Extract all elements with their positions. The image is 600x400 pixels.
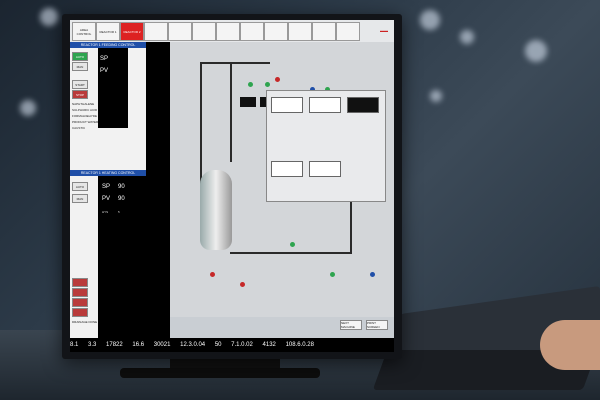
stop-button[interactable]: STOP: [72, 90, 88, 99]
left-control-panel: REACTOR 1 FEEDING CONTROL AUTO MAN START…: [70, 42, 146, 342]
status-value: 12.3.0.04: [180, 342, 206, 348]
tab[interactable]: [264, 22, 288, 41]
option-item[interactable]: NAPHTHALENE: [72, 102, 94, 106]
company-logo: ▬▬: [380, 28, 388, 33]
red-button[interactable]: [72, 278, 88, 287]
readout-display: [240, 97, 256, 107]
drainage-label: DRAINAGE DONE: [72, 320, 98, 324]
bokeh-light: [525, 40, 547, 62]
tab[interactable]: [336, 22, 360, 41]
status-value: 8.1: [70, 342, 79, 348]
legend-box: [271, 97, 303, 113]
status-value: 3.3: [88, 342, 97, 348]
legend-panel: [266, 90, 386, 202]
status-bar: 8.1 3.3 17822 16.6 30021 12.3.0.04 50 7.…: [70, 338, 394, 352]
pipe: [230, 62, 232, 162]
tab[interactable]: [144, 22, 168, 41]
auto-button[interactable]: AUTO: [72, 182, 88, 191]
status-value: 17822: [106, 342, 123, 348]
status-value: 7.1.0.02: [231, 342, 253, 348]
status-value: 16.6: [132, 342, 145, 348]
auto-button[interactable]: AUTO: [72, 52, 88, 61]
sp-value: 90: [118, 184, 125, 190]
pv-value: 90: [118, 196, 125, 202]
tab[interactable]: [240, 22, 264, 41]
next-machine-button[interactable]: NEXT MACHINE: [340, 320, 362, 330]
tab[interactable]: [192, 22, 216, 41]
red-button[interactable]: [72, 298, 88, 307]
status-value: 4132: [262, 342, 276, 348]
pipe: [230, 252, 350, 254]
tab[interactable]: [168, 22, 192, 41]
man-button[interactable]: MAN: [72, 62, 88, 71]
legend-box: [347, 97, 379, 113]
print-screen-button[interactable]: PRINT SCREEN: [366, 320, 388, 330]
sp-label: SP: [102, 184, 111, 190]
legend-box: [271, 161, 303, 177]
legend-box: [309, 97, 341, 113]
tab-reactor-1[interactable]: REACTOR 1: [96, 22, 120, 41]
man-button[interactable]: MAN: [72, 194, 88, 203]
status-column: [146, 42, 170, 338]
tab-bar: AREA CONTROL REACTOR 1 REACTOR 2 ▬▬: [70, 20, 394, 43]
monitor: AREA CONTROL REACTOR 1 REACTOR 2 ▬▬ REAC…: [62, 14, 402, 359]
tab-area-control[interactable]: AREA CONTROL: [72, 22, 96, 41]
option-item[interactable]: PRODUCT WATER: [72, 120, 98, 124]
red-button[interactable]: [72, 288, 88, 297]
tab-reactor-2[interactable]: REACTOR 2: [120, 22, 144, 41]
monitor-base: [120, 368, 320, 378]
legend-box: [309, 161, 341, 177]
hand: [540, 320, 600, 370]
option-item[interactable]: CAUSTIC: [72, 126, 85, 130]
valve-indicator[interactable]: [210, 272, 215, 277]
feeding-pv-label: PV: [100, 68, 109, 74]
tab[interactable]: [312, 22, 336, 41]
valve-indicator[interactable]: [290, 242, 295, 247]
valve-indicator[interactable]: [248, 82, 253, 87]
bokeh-light: [430, 90, 442, 102]
valve-indicator[interactable]: [330, 272, 335, 277]
valve-indicator[interactable]: [240, 282, 245, 287]
tab[interactable]: [288, 22, 312, 41]
tab[interactable]: [216, 22, 240, 41]
hys-label: HYS: [102, 210, 109, 214]
bokeh-light: [460, 30, 474, 44]
bokeh-light: [40, 8, 58, 26]
scada-screen: AREA CONTROL REACTOR 1 REACTOR 2 ▬▬ REAC…: [70, 20, 394, 352]
valve-indicator[interactable]: [370, 272, 375, 277]
option-item[interactable]: FORMALDEHYDE: [72, 114, 97, 118]
status-value: 30021: [153, 342, 171, 348]
status-value: 50: [214, 342, 222, 348]
option-item[interactable]: SULPHURIC ACID: [72, 108, 97, 112]
valve-indicator[interactable]: [275, 77, 280, 82]
bokeh-light: [420, 10, 440, 30]
red-button[interactable]: [72, 308, 88, 317]
pipe: [200, 62, 270, 64]
start-button[interactable]: START: [72, 80, 88, 89]
pv-label: PV: [102, 196, 111, 202]
bokeh-light: [20, 100, 36, 116]
status-value: 108.6.0.28: [285, 342, 314, 348]
valve-indicator[interactable]: [265, 82, 270, 87]
hys-value: 5: [118, 210, 120, 214]
reactor-vessel[interactable]: [200, 170, 232, 250]
feeding-sp-label: SP: [100, 56, 109, 62]
